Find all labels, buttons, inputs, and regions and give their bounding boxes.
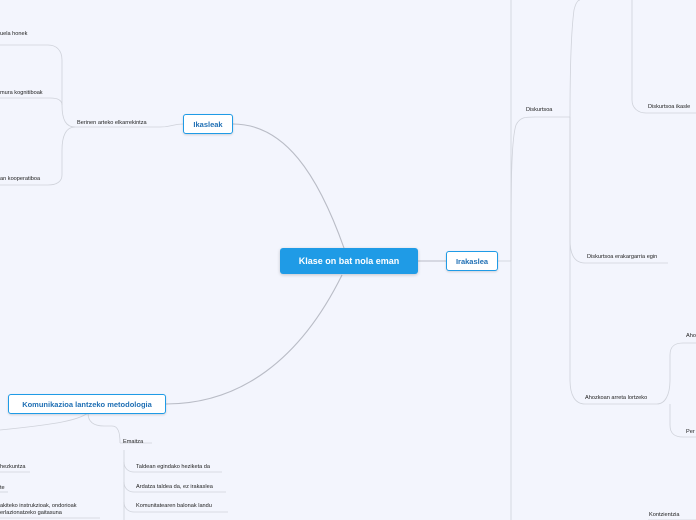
label-mura-kognitiboak[interactable]: mura kognitiboak xyxy=(0,90,43,97)
label-taldean[interactable]: Taldean egindako heziketa da xyxy=(136,464,210,471)
node-irakaslea[interactable]: Irakaslea xyxy=(446,251,498,271)
label-diskurtsoa-ikasle[interactable]: Diskurtsoa ikasle xyxy=(648,104,690,111)
label-aho[interactable]: Aho xyxy=(686,333,696,340)
connector-central-ikasleak xyxy=(232,123,345,249)
node-ikasleak[interactable]: Ikasleak xyxy=(183,114,233,134)
label-akiteko[interactable]: akiteko instrukzioak, ondorioak xyxy=(0,503,77,510)
label-kontzientzia[interactable]: Kontzientzia xyxy=(649,512,679,519)
label-te[interactable]: te xyxy=(0,485,5,492)
label-diskurtsoa[interactable]: Diskurtsoa xyxy=(526,107,552,114)
label-erlazionatzeko[interactable]: erlazionatzeko gaitasuna xyxy=(0,510,62,517)
central-topic[interactable]: Klase on bat nola eman xyxy=(280,248,418,274)
label-ahozkoan[interactable]: Ahozkoan arreta lortzeko xyxy=(585,395,647,402)
node-komunikazioa[interactable]: Komunikazioa lantzeko metodologia xyxy=(8,394,166,414)
label-an-kooperatiboa[interactable]: an kooperatiboa xyxy=(0,176,40,183)
label-per[interactable]: Per xyxy=(686,429,695,436)
label-uela-honek[interactable]: uela honek xyxy=(0,31,27,38)
label-ardatza[interactable]: Ardatza taldea da, ez irakaslea xyxy=(136,484,213,491)
label-erakargarria[interactable]: Diskurtsoa erakargarria egin xyxy=(587,254,657,261)
label-hezkuntza[interactable]: hezkuntza xyxy=(0,464,26,471)
label-emaitza[interactable]: Emaitza xyxy=(123,439,143,446)
connector-central-komunikazioa xyxy=(165,274,343,405)
label-berinen[interactable]: Berinen arteko elkarrekintza xyxy=(77,120,147,127)
label-komunitatearen[interactable]: Komunitatearen balonak landu xyxy=(136,503,212,510)
